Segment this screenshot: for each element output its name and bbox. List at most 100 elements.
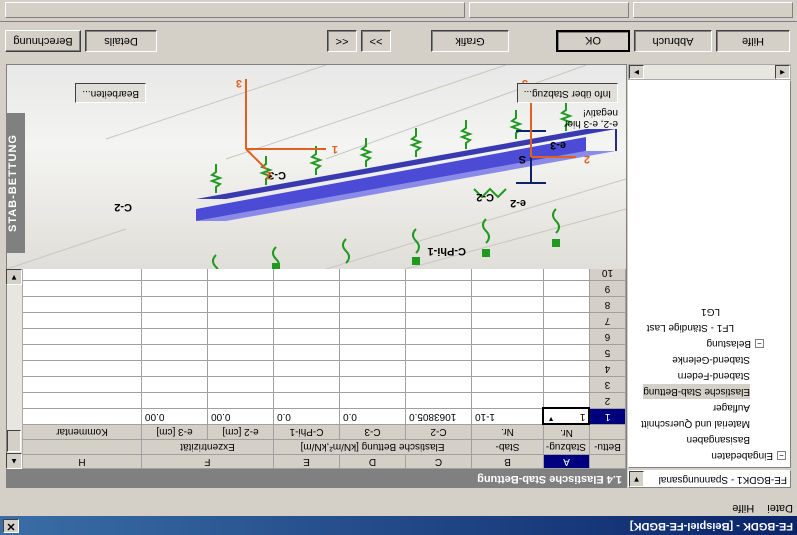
stab-cell[interactable]: 1-10 [471,408,544,425]
status-pane [469,2,629,18]
help-button[interactable]: Hilfe [716,30,790,52]
tree-item-material[interactable]: Material und Querschnitt [641,416,750,431]
table-vertical-scrollbar[interactable]: ▲ ▼ [6,269,23,469]
tree-item-lg1[interactable]: LG1 [701,304,720,319]
info-stabzug-button[interactable]: Info über Stabzug... [516,83,618,103]
status-bar [0,0,797,22]
row-number[interactable]: 9 [589,280,626,297]
chevron-down-icon[interactable]: ▼ [548,415,555,422]
e3-cell[interactable]: 0.00 [141,408,208,425]
row-number[interactable]: 6 [589,328,626,345]
column-header: e-3 [cm] [141,424,208,440]
row-number[interactable]: 4 [589,360,626,377]
next-button[interactable]: >> [361,30,391,52]
table-row: 8 [22,296,626,313]
navigator-pane: FE-BGDK1 - Spannungsanal ▼ −Eingabedaten… [628,64,791,488]
ok-button[interactable]: OK [556,30,630,52]
window-title: FE-BGDK - [Beispiel-FE-BGDK] [629,520,793,532]
stabzug-cell[interactable]: 1 ▼ [543,408,590,425]
case-select[interactable]: FE-BGDK1 - Spannungsanal ▼ [628,470,791,488]
table-row: 5 [22,344,626,361]
case-select-value: FE-BGDK1 - Spannungsanal [658,474,787,485]
status-pane [5,2,465,18]
cphi-cell[interactable]: 0.0 [273,408,340,425]
row-number[interactable]: 8 [589,296,626,313]
scroll-left-icon[interactable]: ◄ [775,65,790,79]
column-header: Stabzug- [543,439,590,455]
c3-cell[interactable]: 0.0 [339,408,406,425]
title-bar: FE-BGDK - [Beispiel-FE-BGDK] ✕ [0,516,797,535]
column-letter[interactable]: E [273,454,340,469]
edit-button[interactable]: Bearbeiten... [75,83,146,103]
prev-button[interactable]: << [327,30,357,52]
label-s: S [518,153,526,165]
section-title: 1.4 Elastische Stab-Bettung [7,469,626,487]
collapse-icon[interactable]: − [777,451,786,461]
column-header: Kommentar [22,424,142,440]
details-button[interactable]: Details [85,30,157,52]
corner-cell [589,454,626,469]
tree-item-auflager[interactable]: Auflager [713,400,750,415]
row-number[interactable]: 2 [589,392,626,409]
tree-item-belastung[interactable]: −Belastung [707,336,764,351]
scroll-thumb[interactable] [7,430,21,452]
column-header: Bettu- [589,439,626,455]
axis-label-2: 2 [265,169,272,181]
row-number[interactable]: 7 [589,312,626,329]
scroll-down-icon[interactable]: ▼ [6,269,22,285]
column-letter[interactable]: A [543,454,590,469]
label-c2: C-2 [114,201,132,213]
column-header [22,439,142,455]
stab-bettung-graphic: STAB-BETTUNG C-3 C-2 C-2 C-Phi-1 1 2 3 2… [7,65,626,269]
column-header-group: Elastische Bettung [kN/m²,kN/m] [273,439,472,455]
column-letter[interactable]: F [141,454,274,469]
tree-horizontal-scrollbar[interactable]: ◄ ► [628,64,791,80]
tree-item-lf1[interactable]: LF1 - Ständige Last [647,320,734,335]
tree-item-basisangaben[interactable]: Basisangaben [687,432,750,447]
table-row: 4 [22,360,626,377]
e2-cell[interactable]: 0.00 [207,408,274,425]
header-row-bottom: Nr. Nr. C-2 C-3 C-Phi-1 e-2 [cm] e-3 [cm… [22,424,626,440]
side-label: STAB-BETTUNG [7,113,25,253]
navigator-tree: −Eingabedaten Basisangaben Material und … [628,80,791,468]
axis-label-3: 3 [235,77,242,89]
collapse-icon[interactable]: − [755,339,764,349]
graphic-button[interactable]: Grafik [431,30,509,52]
axis-label-1: 1 [331,143,338,155]
menu-bar: Datei Hilfe [0,498,797,516]
table-row: 6 [22,328,626,345]
tree-item-eingabedaten[interactable]: −Eingabedaten [711,448,786,463]
chevron-down-icon[interactable]: ▼ [629,471,644,487]
scroll-right-icon[interactable]: ► [629,65,644,79]
column-letters-row: A B C D E F H [22,454,626,469]
scroll-up-icon[interactable]: ▲ [6,453,22,469]
table-row: 1 1 ▼ 1-10 1063805.0 0.0 0.0 0.00 0.00 [22,408,626,425]
c2-cell[interactable]: 1063805.0 [405,408,472,425]
content-pane: 1.4 Elastische Stab-Bettung A B C D E F … [6,64,627,488]
column-header-group: Exzentrizität [141,439,274,455]
close-button[interactable]: ✕ [3,519,19,533]
cancel-button[interactable]: Abbruch [634,30,712,52]
tree-item-stab-bettung[interactable]: Elastische Stab-Bettung [643,384,750,399]
tree-item-stabend-gelenke[interactable]: Stabend-Gelenke [672,352,750,367]
column-header: e-2 [cm] [207,424,274,440]
tree-item-stabend-federn[interactable]: Stabend-Federn [678,368,750,383]
comment-cell[interactable] [22,408,142,425]
button-bar: Hilfe Abbruch OK Grafik >> << Details Be… [0,22,797,62]
calculation-button[interactable]: Berechnung [5,30,81,52]
label-c2-section: C-2 [476,191,494,203]
label-e2: e-2 [510,197,526,209]
menu-help[interactable]: Hilfe [732,502,754,514]
column-letter[interactable]: C [405,454,472,469]
row-number[interactable]: 3 [589,376,626,393]
row-number[interactable]: 5 [589,344,626,361]
column-letter[interactable]: H [22,454,142,469]
row-number[interactable]: 1 [589,408,626,425]
column-letter[interactable]: D [339,454,406,469]
section-axis-2: 2 [583,153,590,165]
header-row-top: Bettu- Stabzug- Stab- Elastische Bettung… [22,439,626,455]
column-letter[interactable]: B [471,454,544,469]
column-header: Nr. [471,424,544,440]
table-row: 3 [22,376,626,393]
menu-file[interactable]: Datei [767,502,793,514]
